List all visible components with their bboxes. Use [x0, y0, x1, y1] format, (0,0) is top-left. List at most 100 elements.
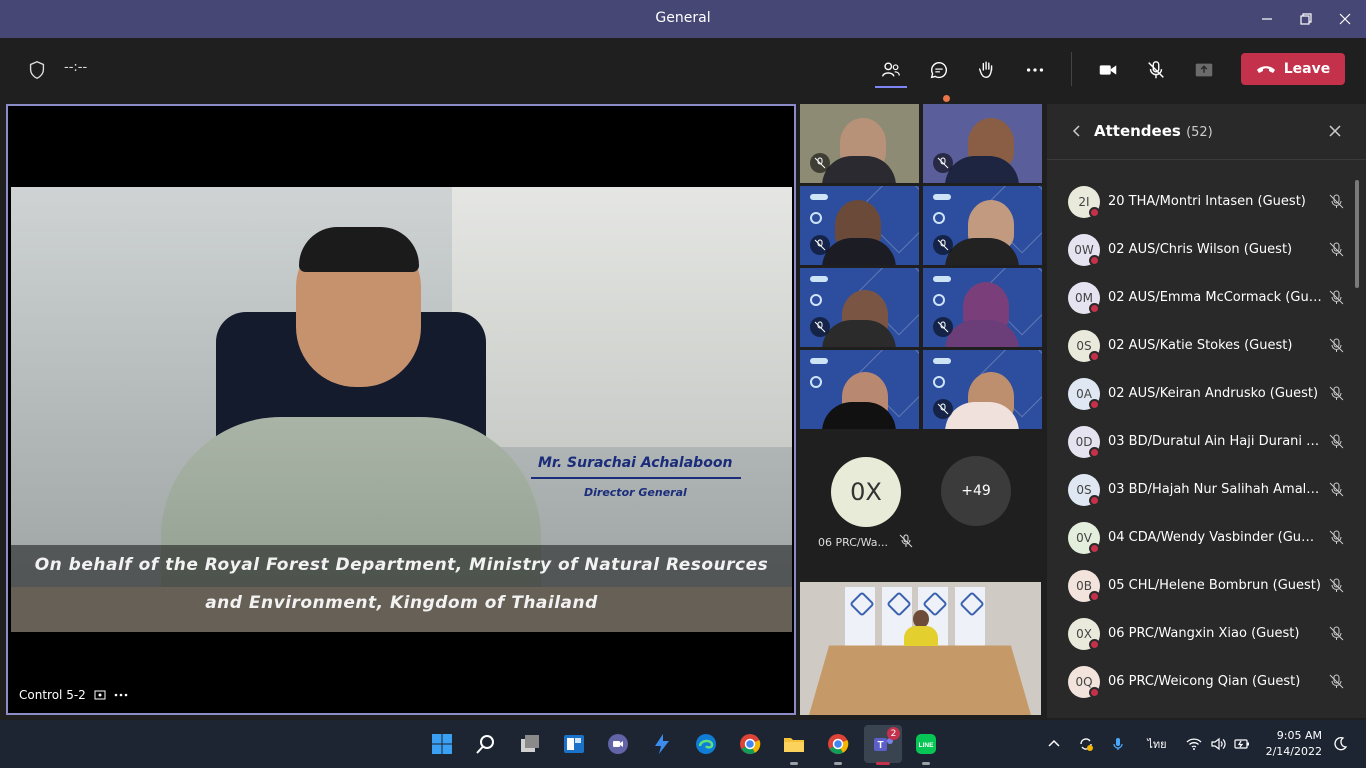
- room-banner: [845, 587, 875, 647]
- video-background-wall: [452, 187, 792, 447]
- chrome-button[interactable]: [736, 730, 764, 758]
- svg-text:T: T: [877, 740, 883, 751]
- participant-video-tile[interactable]: [800, 350, 919, 429]
- attendee-row[interactable]: 2I 20 THA/Montri Intasen (Guest): [1047, 178, 1357, 226]
- attendee-row[interactable]: 0S 03 BD/Hajah Nur Salihah Amalin...: [1047, 466, 1357, 514]
- conference-room-video-tile[interactable]: [800, 582, 1041, 715]
- close-icon: [1339, 13, 1351, 25]
- attendee-row[interactable]: 0Q 06 PRC/Weicong Qian (Guest): [1047, 658, 1357, 706]
- attendee-row[interactable]: 0M 02 AUS/Emma McCormack (Gue...: [1047, 274, 1357, 322]
- taskbar-search[interactable]: [472, 730, 500, 758]
- shield-icon: [29, 61, 45, 79]
- mic-off-icon: [899, 534, 913, 548]
- attendee-row[interactable]: 0W 02 AUS/Chris Wilson (Guest): [1047, 226, 1357, 274]
- room-banner: [955, 587, 985, 647]
- attendee-name: 20 THA/Montri Intasen (Guest): [1108, 194, 1306, 209]
- participant-video-tile[interactable]: [800, 186, 919, 265]
- participant-torso: [945, 320, 1019, 347]
- more-actions-button[interactable]: [1021, 56, 1049, 84]
- close-window-button[interactable]: [1322, 0, 1366, 38]
- chrome-profile-button[interactable]: [824, 730, 852, 758]
- sync-tray-icon[interactable]: [1076, 734, 1096, 754]
- more-participants-button[interactable]: +49: [941, 456, 1011, 526]
- clock-time: 9:05 AM: [1276, 729, 1322, 742]
- attendee-name: 02 AUS/Emma McCormack (Gue...: [1108, 290, 1322, 305]
- line-app-button[interactable]: LINE: [912, 730, 940, 758]
- mic-off-icon: [1329, 434, 1344, 449]
- chat-button[interactable]: [925, 56, 953, 84]
- meeting-info-button[interactable]: [23, 56, 51, 84]
- attendee-row[interactable]: 0D 03 BD/Duratul Ain Haji Durani (...: [1047, 418, 1357, 466]
- content-share-icon: [94, 690, 106, 700]
- power-automate-button[interactable]: [648, 730, 676, 758]
- stage-more-icon[interactable]: [114, 693, 128, 697]
- mic-off-icon: [814, 157, 826, 169]
- attendee-row[interactable]: 0B 05 CHL/Helene Bombrun (Guest): [1047, 562, 1357, 610]
- mic-button[interactable]: [1142, 56, 1170, 84]
- muted-indicator: [810, 153, 830, 173]
- participant-avatar[interactable]: 0X: [831, 457, 901, 527]
- file-explorer-button[interactable]: [780, 730, 808, 758]
- attendee-row[interactable]: 0S 02 AUS/Katie Stokes (Guest): [1047, 322, 1357, 370]
- input-language-indicator[interactable]: ไทย: [1144, 734, 1170, 754]
- event-logo-mark: [810, 294, 822, 306]
- leave-label: Leave: [1283, 61, 1331, 77]
- participant-video-tile[interactable]: [800, 104, 919, 183]
- camera-button[interactable]: [1094, 56, 1122, 84]
- active-tab-indicator: [875, 86, 907, 88]
- attendee-row[interactable]: 0X 06 PRC/Wangxin Xiao (Guest): [1047, 610, 1357, 658]
- microphone-tray-icon[interactable]: [1108, 734, 1128, 754]
- participant-video-tile[interactable]: [923, 350, 1042, 429]
- notifications-button[interactable]: [1330, 734, 1350, 754]
- search-icon: [476, 735, 494, 754]
- start-button[interactable]: [428, 730, 456, 758]
- attendee-row[interactable]: 0A 02 AUS/Keiran Andrusko (Guest): [1047, 370, 1357, 418]
- line-app-icon: LINE: [916, 734, 936, 754]
- people-button[interactable]: [877, 56, 905, 84]
- mic-off-icon: [1329, 530, 1344, 545]
- raise-hand-button[interactable]: [973, 56, 1001, 84]
- share-button[interactable]: [1190, 56, 1218, 84]
- status-dot: [1089, 687, 1100, 698]
- mic-off-icon: [1329, 482, 1344, 497]
- task-view-button[interactable]: [516, 730, 544, 758]
- participant-video-tile[interactable]: [923, 104, 1042, 183]
- meeting-toolbar: --:-- Leave: [0, 38, 1366, 102]
- volume-tray-icon[interactable]: [1208, 734, 1228, 754]
- attendee-name: 03 BD/Duratul Ain Haji Durani (...: [1108, 434, 1322, 449]
- restore-icon: [1300, 13, 1312, 25]
- teams-button[interactable]: T 2: [864, 725, 902, 763]
- video-chat-icon: [608, 734, 628, 754]
- leave-button[interactable]: Leave: [1241, 53, 1345, 85]
- widgets-button[interactable]: [560, 730, 588, 758]
- clock-date: 2/14/2022: [1265, 745, 1322, 758]
- attendees-title-text: Attendees: [1094, 122, 1181, 140]
- close-panel-icon[interactable]: [1327, 123, 1343, 139]
- participant-video-tile[interactable]: [800, 268, 919, 347]
- teams-chat-button[interactable]: [604, 730, 632, 758]
- attendees-scrollbar[interactable]: [1355, 180, 1359, 288]
- attendee-name: 05 CHL/Helene Bombrun (Guest): [1108, 578, 1321, 593]
- attendee-row[interactable]: 0V 04 CDA/Wendy Vasbinder (Guest): [1047, 514, 1357, 562]
- event-logo: [810, 276, 828, 282]
- line-app-label: LINE: [919, 742, 934, 749]
- conference-table: [808, 645, 1032, 715]
- attendees-panel: Attendees (52) 2I 20 THA/Montri Intasen (…: [1047, 104, 1366, 718]
- show-hidden-icons-button[interactable]: [1044, 734, 1064, 754]
- participant-video-tile[interactable]: [923, 186, 1042, 265]
- attendee-name: 04 CDA/Wendy Vasbinder (Guest): [1108, 530, 1322, 545]
- widgets-icon: [564, 735, 584, 753]
- stage-participant-name: Control 5-2: [19, 688, 86, 702]
- taskbar-clock[interactable]: 9:05 AM 2/14/2022: [1262, 728, 1322, 760]
- main-stage-video[interactable]: Mr. Surachai Achalaboon Director General…: [6, 104, 796, 715]
- edge-button[interactable]: [692, 730, 720, 758]
- attendee-name: 06 PRC/Wangxin Xiao (Guest): [1108, 626, 1300, 641]
- muted-indicator: [810, 317, 830, 337]
- back-chevron-icon[interactable]: [1069, 123, 1085, 139]
- participant-video-tile[interactable]: [923, 268, 1042, 347]
- mic-off-icon: [1329, 194, 1344, 209]
- subtitle-line-2: and Environment, Kingdom of Thailand: [205, 593, 598, 613]
- wifi-tray-icon[interactable]: [1184, 734, 1204, 754]
- mic-off-icon: [814, 239, 826, 251]
- battery-tray-icon[interactable]: [1232, 734, 1252, 754]
